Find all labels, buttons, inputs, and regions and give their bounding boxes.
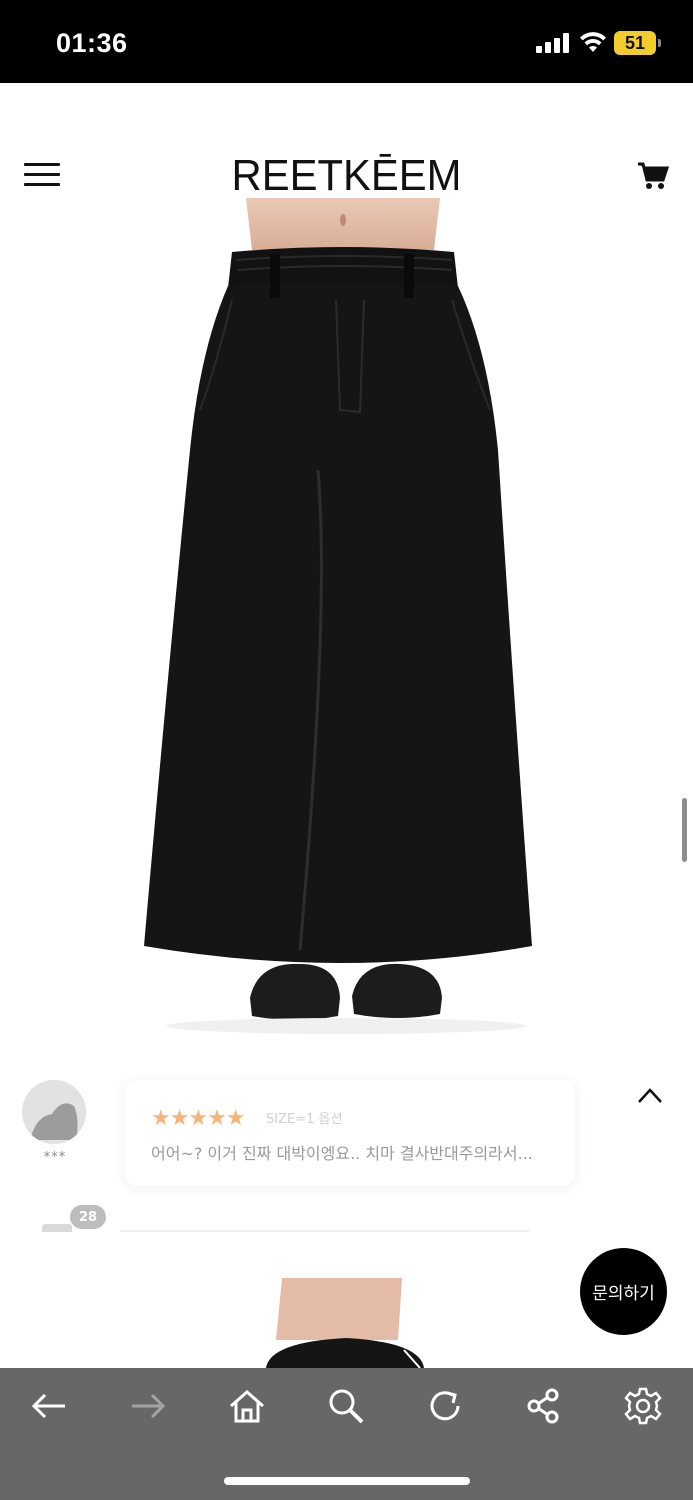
wifi-icon <box>579 30 607 54</box>
review-card[interactable]: ★★★★★ SIZE=1 옵션 어어~? 이거 진짜 대박이엥요.. 치마 결사… <box>125 1080 575 1186</box>
review-text: 어어~? 이거 진짜 대박이엥요.. 치마 결사반대주의라서... <box>151 1144 533 1163</box>
home-icon[interactable] <box>223 1384 271 1428</box>
reviewer-avatar <box>22 1080 86 1144</box>
share-icon[interactable] <box>520 1384 568 1428</box>
status-bar: 01:36 51 <box>0 0 693 83</box>
brand-logo[interactable]: REETKĒEM <box>207 151 485 201</box>
battery-level: 51 <box>614 31 656 55</box>
rating-stars: ★★★★★ <box>151 1106 246 1131</box>
chevron-up-icon[interactable] <box>636 1086 664 1106</box>
inquiry-button[interactable]: 문의하기 <box>580 1248 667 1335</box>
back-icon[interactable] <box>25 1384 73 1428</box>
review-count-badge: 28 <box>70 1205 106 1229</box>
review-option: SIZE=1 옵션 <box>266 1112 343 1127</box>
header: REETKĒEM <box>0 83 693 203</box>
battery-icon: 51 <box>614 31 662 55</box>
signal-icon <box>536 33 570 53</box>
product-image-secondary[interactable] <box>0 1230 560 1369</box>
status-time: 01:36 <box>56 28 128 58</box>
forward-icon[interactable] <box>124 1384 172 1428</box>
reload-icon[interactable] <box>421 1384 469 1428</box>
settings-icon[interactable] <box>619 1384 667 1428</box>
search-icon[interactable] <box>322 1384 370 1428</box>
menu-icon[interactable] <box>24 163 62 187</box>
reviewer-name: *** <box>43 1150 67 1165</box>
cart-icon[interactable] <box>637 161 670 191</box>
product-image[interactable] <box>0 190 693 1050</box>
home-indicator[interactable] <box>224 1477 470 1485</box>
page-scrollbar[interactable] <box>682 798 687 862</box>
